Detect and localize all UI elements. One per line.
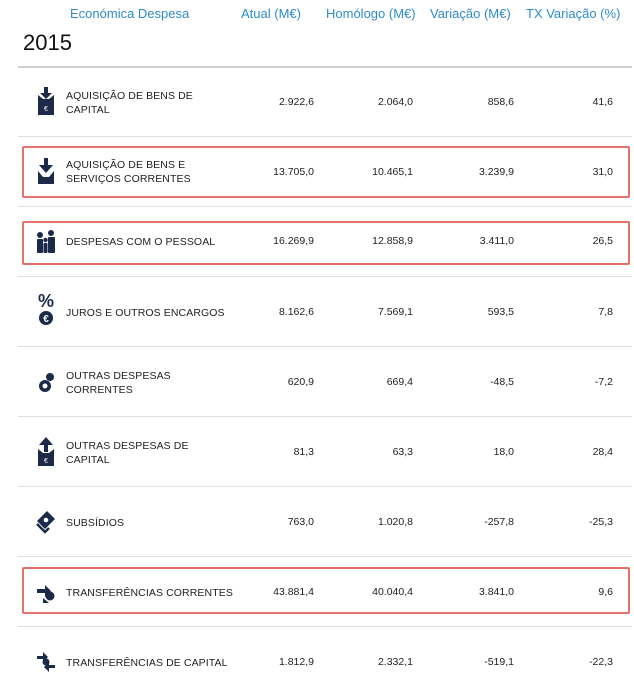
current-value: 8.162,6 [278, 306, 314, 318]
variation-value: -519,1 [484, 656, 514, 668]
column-header-variation-rate[interactable]: TX Variação (%) [526, 6, 620, 21]
table-row[interactable]: SUBSÍDIOS 763,0 1.020,8 -257,8 -25,3 [0, 487, 634, 557]
row-label-line1: AQUISIÇÃO DE BENS DE [66, 90, 193, 102]
variation-rate-value: 26,5 [592, 235, 613, 247]
previous-value: 63,3 [392, 446, 413, 458]
table-row[interactable]: % € JUROS E OUTROS ENCARGOS 8.162,6 7.56… [0, 277, 634, 347]
variation-rate-value: -7,2 [594, 376, 613, 388]
variation-rate-value: 28,4 [592, 446, 613, 458]
column-header-previous[interactable]: Homólogo (M€) [326, 6, 416, 21]
variation-rate-value: 7,8 [598, 306, 613, 318]
current-value: 81,3 [293, 446, 314, 458]
row-label-line2: SERVIÇOS CORRENTES [66, 173, 191, 185]
variation-value: 593,5 [487, 306, 514, 318]
row-label-line1: TRANSFERÊNCIAS DE CAPITAL [66, 657, 228, 669]
variation-rate-value: -25,3 [589, 516, 613, 528]
variation-rate-value: 31,0 [592, 166, 613, 178]
coins-icon [39, 373, 54, 392]
capital-out-icon: € [38, 437, 54, 466]
current-value: 620,9 [287, 376, 314, 388]
variation-value: 858,6 [487, 96, 514, 108]
percent-euro-icon: % € [38, 291, 54, 325]
row-label-line2: CAPITAL [66, 104, 110, 116]
variation-rate-value: 41,6 [592, 96, 613, 108]
current-value: 1.812,9 [278, 656, 314, 668]
current-value: 16.269,9 [273, 235, 314, 247]
variation-value: -257,8 [484, 516, 514, 528]
transfer-current-icon [37, 585, 55, 603]
previous-value: 7.569,1 [377, 306, 413, 318]
transfer-capital-icon [37, 652, 55, 672]
previous-value: 2.064,0 [377, 96, 413, 108]
current-value: 763,0 [287, 516, 314, 528]
column-header-current[interactable]: Atual (M€) [241, 6, 301, 21]
column-header-variation[interactable]: Variação (M€) [430, 6, 511, 21]
capital-goods-icon: € [38, 87, 54, 115]
previous-value: 669,4 [386, 376, 413, 388]
variation-value: -48,5 [490, 376, 514, 388]
current-value: 13.705,0 [273, 166, 314, 178]
variation-rate-value: -22,3 [589, 656, 613, 668]
row-label-line1: SUBSÍDIOS [66, 517, 125, 529]
svg-text:€: € [44, 106, 48, 113]
goods-services-icon [38, 158, 54, 184]
variation-value: 3.411,0 [479, 235, 514, 247]
row-label-line1: DESPESAS COM O PESSOAL [66, 236, 216, 248]
previous-value: 40.040,4 [372, 586, 413, 598]
variation-value: 3.841,0 [478, 586, 514, 598]
previous-value: 2.332,1 [377, 656, 413, 668]
row-label-line1: JUROS E OUTROS ENCARGOS [66, 307, 225, 319]
row-label-line1: AQUISIÇÃO DE BENS E [66, 159, 186, 171]
previous-value: 1.020,8 [377, 516, 413, 528]
year-title: 2015 [23, 30, 72, 55]
table-row[interactable]: DESPESAS COM O PESSOAL 16.269,9 12.858,9… [0, 207, 634, 277]
table-row[interactable]: OUTRAS DESPESAS CORRENTES 620,9 669,4 -4… [0, 347, 634, 417]
svg-text:€: € [44, 458, 48, 465]
variation-value: 3.239,9 [478, 166, 514, 178]
table-row[interactable]: TRANSFERÊNCIAS CORRENTES 43.881,4 40.040… [0, 557, 634, 627]
svg-text:€: € [43, 314, 49, 325]
variation-rate-value: 9,6 [598, 586, 613, 598]
table-row[interactable]: € OUTRAS DESPESAS DE CAPITAL 81,3 63,3 1… [0, 417, 634, 487]
variation-value: 18,0 [493, 446, 514, 458]
current-value: 43.881,4 [273, 586, 314, 598]
row-label-line2: CORRENTES [66, 384, 133, 396]
current-value: 2.922,6 [278, 96, 314, 108]
svg-text:%: % [38, 291, 54, 311]
column-header-category[interactable]: Económica Despesa [70, 6, 189, 21]
table-row[interactable]: TRANSFERÊNCIAS DE CAPITAL 1.812,9 2.332,… [0, 627, 634, 697]
row-label-line1: OUTRAS DESPESAS DE [66, 440, 189, 452]
row-label-line2: CAPITAL [66, 454, 110, 466]
previous-value: 12.858,9 [372, 235, 413, 247]
row-label-line1: OUTRAS DESPESAS [66, 370, 171, 382]
people-icon [37, 230, 55, 253]
row-label-line1: TRANSFERÊNCIAS CORRENTES [66, 587, 233, 599]
subsidy-icon [36, 511, 55, 534]
previous-value: 10.465,1 [372, 166, 413, 178]
table-row[interactable]: € AQUISIÇÃO DE BENS DE CAPITAL 2.922,6 2… [0, 67, 634, 137]
table-row[interactable]: AQUISIÇÃO DE BENS E SERVIÇOS CORRENTES 1… [0, 137, 634, 207]
